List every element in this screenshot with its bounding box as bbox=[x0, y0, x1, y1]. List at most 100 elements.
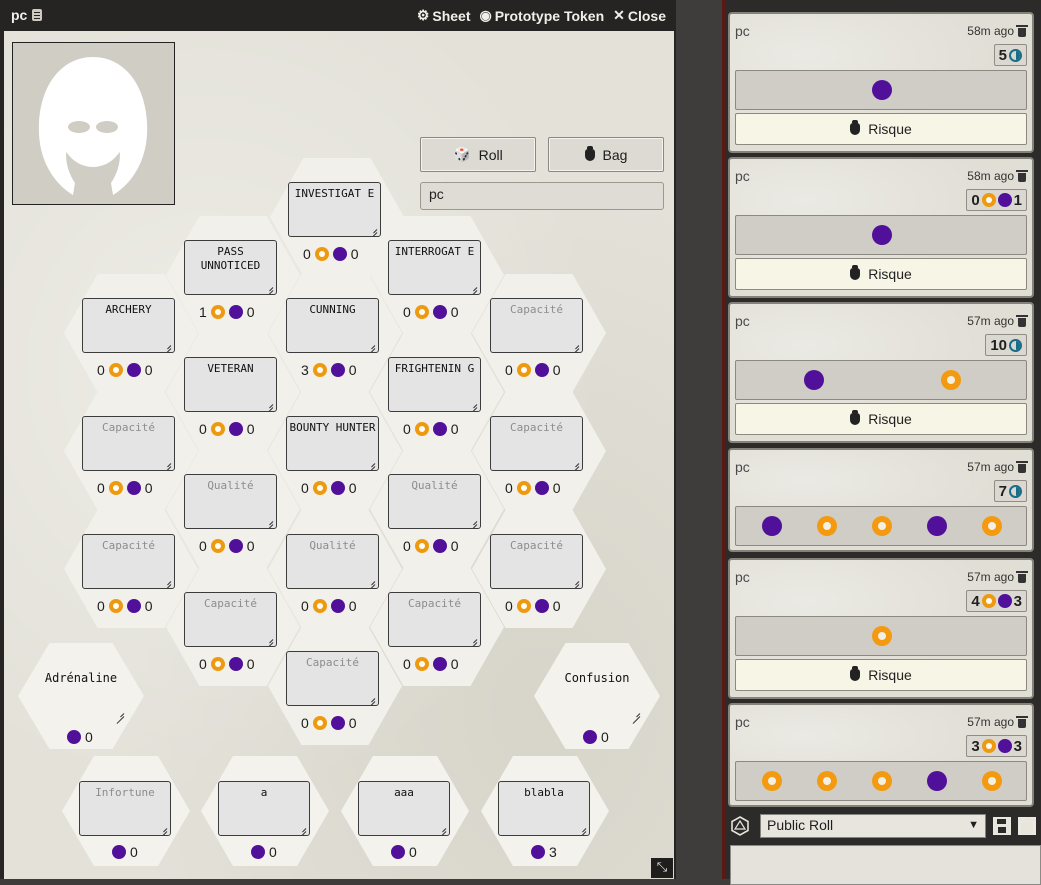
ability-field[interactable]: Capacité bbox=[490, 298, 583, 353]
stat-count-a: 0 bbox=[505, 480, 513, 496]
ability-field[interactable]: INTERROGAT E bbox=[388, 240, 481, 295]
ability-field[interactable]: Qualité bbox=[286, 534, 379, 589]
resize-grip-icon bbox=[265, 400, 273, 408]
tracker-counter[interactable]: 0 bbox=[67, 728, 93, 746]
ability-counter[interactable]: 30 bbox=[301, 361, 357, 379]
ability-field[interactable]: Capacité bbox=[388, 592, 481, 647]
ability-field[interactable]: INVESTIGAT E bbox=[288, 182, 381, 237]
stat-count-a: 3 bbox=[301, 362, 309, 378]
ability-counter[interactable]: 00 bbox=[301, 714, 357, 732]
ability-counter[interactable]: 00 bbox=[505, 361, 561, 379]
risk-button[interactable]: Risque bbox=[735, 659, 1027, 691]
ability-field[interactable]: Qualité bbox=[184, 474, 277, 529]
purple-dot-icon bbox=[228, 539, 243, 553]
d20-icon[interactable] bbox=[730, 816, 750, 836]
orange-ring-icon bbox=[414, 305, 429, 319]
ability-field[interactable]: Capacité bbox=[82, 416, 175, 471]
ability-field[interactable]: Qualité bbox=[388, 474, 481, 529]
window-controls: ⚙ Sheet ◉ Prototype Token ✕ Close bbox=[417, 7, 666, 24]
stat-count-b: 0 bbox=[144, 598, 153, 614]
ability-counter[interactable]: 00 bbox=[97, 597, 153, 615]
risk-button[interactable]: Risque bbox=[735, 113, 1027, 145]
ability-counter[interactable]: 10 bbox=[199, 303, 255, 321]
close-button[interactable]: ✕ Close bbox=[613, 7, 666, 24]
ability-field[interactable]: Capacité bbox=[184, 592, 277, 647]
ability-counter[interactable]: 00 bbox=[97, 479, 153, 497]
ability-counter[interactable]: 00 bbox=[403, 537, 459, 555]
prototype-token-button[interactable]: ◉ Prototype Token bbox=[480, 7, 605, 24]
tracker-label[interactable]: Confusion bbox=[534, 671, 660, 685]
resource-count: 3 bbox=[549, 844, 557, 860]
ability-field[interactable]: Capacité bbox=[490, 534, 583, 589]
bag-button[interactable]: Bag bbox=[548, 137, 664, 172]
ability-field[interactable]: FRIGHTENIN G bbox=[388, 357, 481, 412]
delete-message-icon[interactable] bbox=[1016, 715, 1028, 728]
ability-field[interactable]: Capacité bbox=[490, 416, 583, 471]
ability-field[interactable]: ARCHERY bbox=[82, 298, 175, 353]
sheet-config-button[interactable]: ⚙ Sheet bbox=[417, 7, 471, 24]
stat-count-a: 1 bbox=[199, 304, 207, 320]
stat-count-a: 0 bbox=[301, 598, 309, 614]
result-value: 7 bbox=[998, 482, 1007, 500]
resource-field[interactable]: Infortune bbox=[79, 781, 171, 836]
ability-counter[interactable]: 00 bbox=[403, 303, 459, 321]
ability-field[interactable]: Capacité bbox=[82, 534, 175, 589]
window-header[interactable]: pc ⚙ Sheet ◉ Prototype Token ✕ Close bbox=[0, 0, 676, 31]
risk-button[interactable]: Risque bbox=[735, 258, 1027, 290]
ability-label: Capacité bbox=[510, 303, 563, 316]
risk-button[interactable]: Risque bbox=[735, 403, 1027, 435]
result-left: 0 bbox=[971, 191, 980, 209]
delete-message-icon[interactable] bbox=[1016, 460, 1028, 473]
ability-counter[interactable]: 00 bbox=[199, 537, 255, 555]
resize-grip-icon bbox=[469, 283, 477, 291]
stat-count-b: 0 bbox=[450, 421, 459, 437]
delete-message-icon[interactable] bbox=[1016, 169, 1028, 182]
ability-counter[interactable]: 00 bbox=[97, 361, 153, 379]
half-moon-icon bbox=[1009, 48, 1022, 62]
resource-counter[interactable]: 0 bbox=[251, 843, 277, 861]
tracker-counter[interactable]: 0 bbox=[583, 728, 609, 746]
roll-result-badge: 01 bbox=[966, 189, 1027, 211]
resize-handle[interactable]: ⤡ bbox=[651, 858, 673, 878]
ability-field[interactable]: PASS UNNOTICED bbox=[184, 240, 277, 295]
resize-grip-icon bbox=[632, 709, 640, 717]
ability-counter[interactable]: 00 bbox=[199, 655, 255, 673]
ability-counter[interactable]: 00 bbox=[301, 597, 357, 615]
ability-counter[interactable]: 00 bbox=[199, 420, 255, 438]
ability-counter[interactable]: 00 bbox=[505, 597, 561, 615]
delete-message-icon[interactable] bbox=[1016, 314, 1028, 327]
ability-counter[interactable]: 00 bbox=[403, 655, 459, 673]
delete-message-icon[interactable] bbox=[1016, 570, 1028, 583]
ability-field[interactable]: CUNNING bbox=[286, 298, 379, 353]
ability-counter[interactable]: 00 bbox=[403, 420, 459, 438]
resource-label: a bbox=[260, 786, 268, 799]
ability-counter[interactable]: 00 bbox=[301, 479, 357, 497]
orange-ring-icon bbox=[981, 193, 996, 207]
ability-counter[interactable]: 00 bbox=[505, 479, 561, 497]
purple-dot-icon bbox=[534, 599, 549, 613]
character-name-input[interactable]: pc bbox=[420, 182, 664, 210]
resource-counter[interactable]: 0 bbox=[112, 843, 138, 861]
resource-field[interactable]: a bbox=[218, 781, 310, 836]
resource-counter[interactable]: 3 bbox=[531, 843, 557, 861]
resize-grip-icon bbox=[469, 517, 477, 525]
character-portrait[interactable] bbox=[12, 42, 175, 205]
ability-field[interactable]: Capacité bbox=[286, 651, 379, 706]
delete-message-icon[interactable] bbox=[1016, 24, 1028, 37]
roll-mode-select[interactable]: Public Roll ▼ bbox=[760, 814, 986, 838]
ability-counter[interactable]: 00 bbox=[303, 245, 359, 263]
result-value: 5 bbox=[998, 46, 1007, 64]
tracker-label[interactable]: Adrénaline bbox=[18, 671, 144, 685]
resource-field[interactable]: aaa bbox=[358, 781, 450, 836]
ability-field[interactable]: VETERAN bbox=[184, 357, 277, 412]
resource-counter[interactable]: 0 bbox=[391, 843, 417, 861]
chat-message-input[interactable] bbox=[730, 845, 1041, 885]
orange-ring-icon bbox=[414, 539, 429, 553]
trash-icon[interactable] bbox=[1018, 817, 1036, 835]
roll-button[interactable]: 🎲 Roll bbox=[420, 137, 536, 172]
save-icon[interactable] bbox=[993, 817, 1011, 835]
resource-field[interactable]: blabla bbox=[498, 781, 590, 836]
ability-field[interactable]: BOUNTY HUNTER bbox=[286, 416, 379, 471]
bag-icon bbox=[584, 145, 595, 161]
orange-ring-icon bbox=[414, 657, 429, 671]
